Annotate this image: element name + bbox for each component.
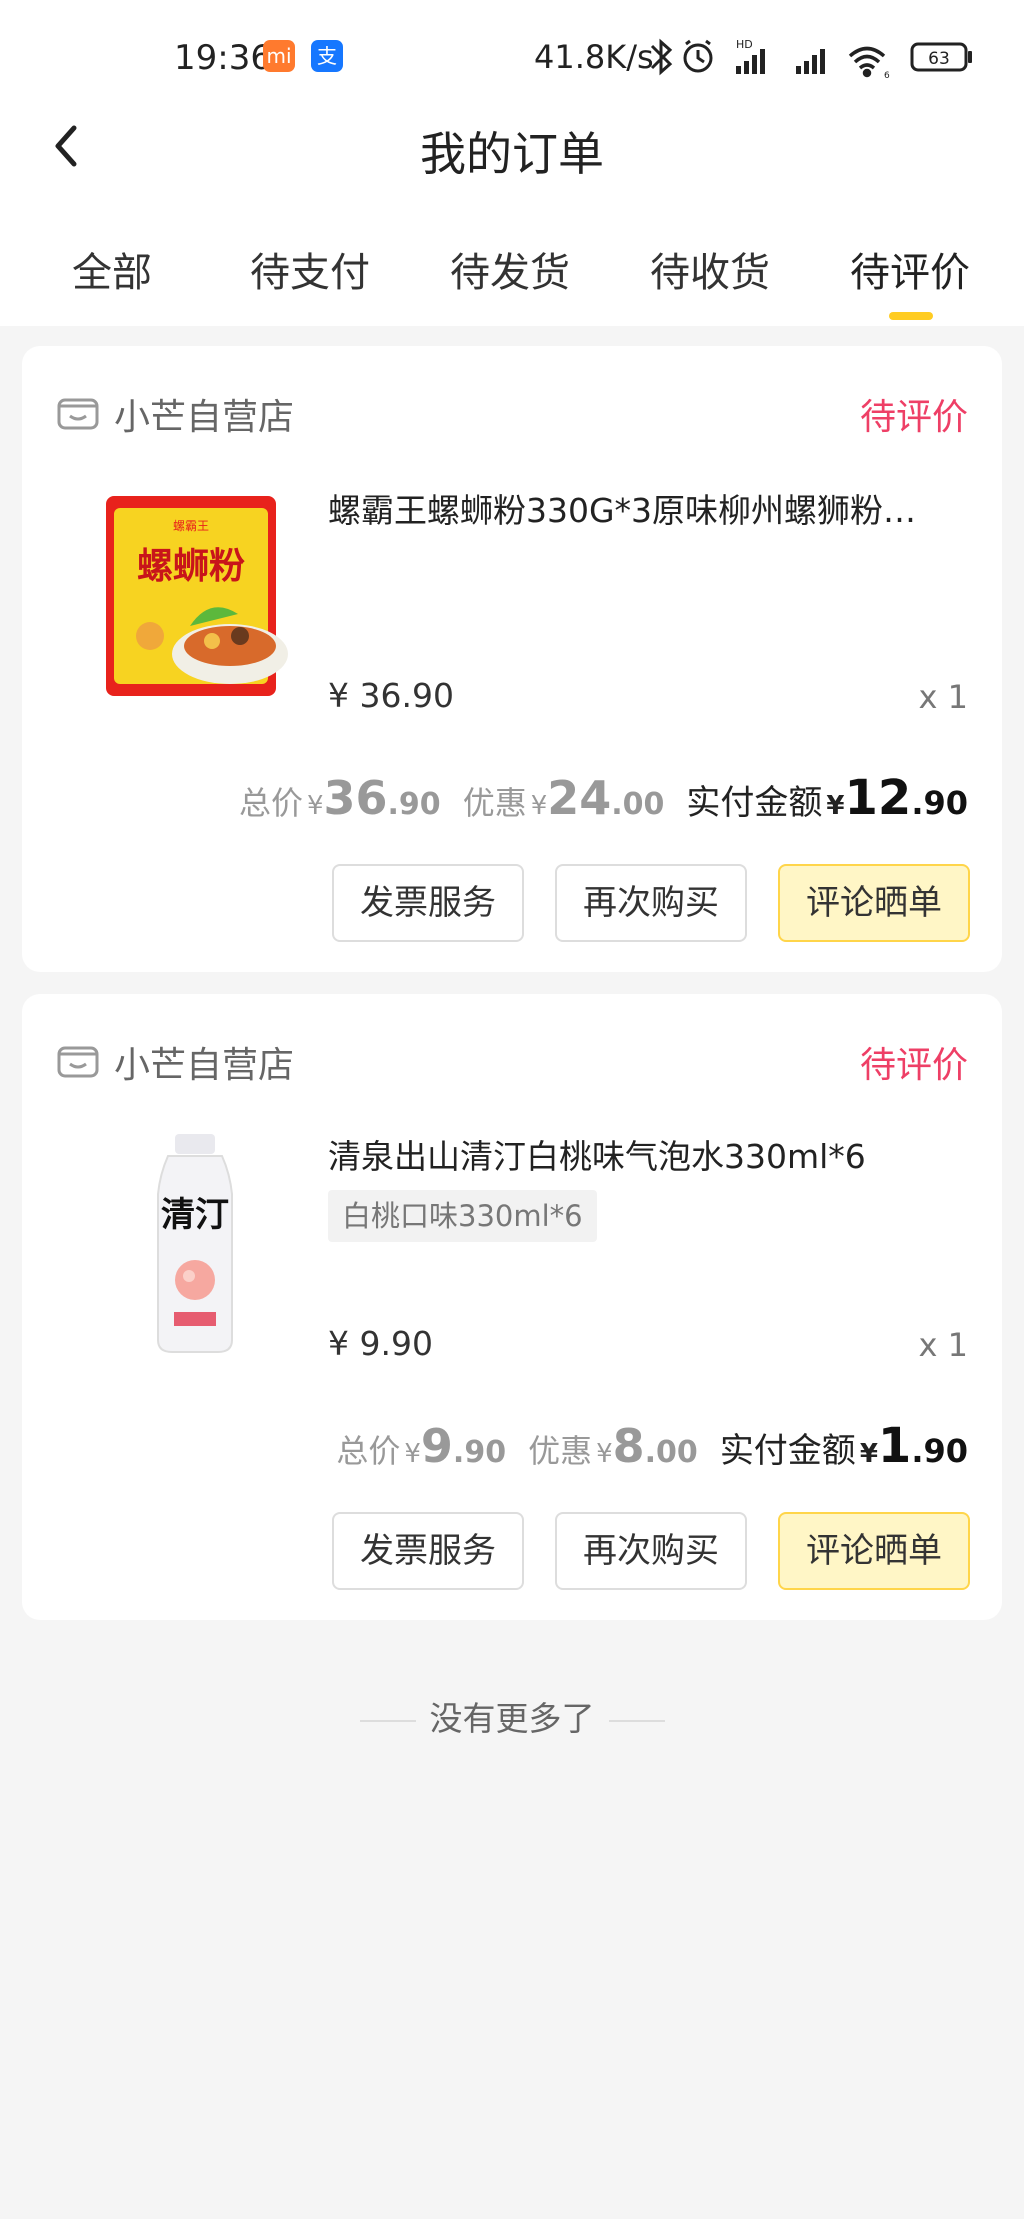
no-more-text: 没有更多了 [429, 1699, 595, 1738]
total-dec: .90 [387, 787, 441, 822]
order-tabs: 全部 待支付 待发货 待收货 待评价 [0, 240, 1024, 300]
product-image[interactable]: 清汀 [80, 1130, 310, 1360]
status-icons: HD 6 63 [650, 38, 972, 80]
alipay-icon: 支 [311, 40, 343, 72]
bluetooth-icon [650, 38, 673, 76]
invoice-service-button[interactable]: 发票服务 [332, 1512, 524, 1590]
currency-symbol: ¥ [404, 1439, 421, 1469]
discount-int: 8 [612, 1419, 645, 1473]
store-icon [57, 1046, 99, 1078]
total-dec: .90 [452, 1435, 507, 1470]
product-name[interactable]: 螺霸王螺蛳粉330G*3原味柳州螺狮粉… [328, 484, 916, 532]
divider [359, 1719, 416, 1722]
discount-int: 24 [547, 771, 612, 825]
thumb-brand: 螺霸王 [173, 519, 209, 533]
total-label: 总价 [336, 1432, 401, 1470]
currency-symbol: ¥ [530, 791, 548, 821]
active-tab-indicator [889, 312, 933, 320]
order-card: 小芒自营店 待评价 螺霸王 螺蛳粉 螺霸王螺蛳粉330G*3原味柳州螺狮粉… ¥… [22, 346, 1002, 972]
product-image[interactable]: 螺霸王 螺蛳粉 [80, 486, 310, 716]
paid-label: 实付金额 [719, 1431, 856, 1471]
product-name[interactable]: 清泉出山清汀白桃味气泡水330ml*6 [328, 1130, 866, 1178]
paid-int: 1 [877, 1418, 912, 1474]
product-variant: 白桃口味330ml*6 [328, 1190, 597, 1242]
discount-dec: .00 [611, 787, 665, 822]
currency-symbol: ¥ [596, 1439, 613, 1469]
unit-price: ¥ 36.90 [328, 676, 454, 715]
quantity: x 1 [918, 678, 968, 716]
status-time: 19:36 [174, 38, 272, 78]
alarm-icon [683, 39, 713, 73]
no-more-indicator: 没有更多了 [0, 1692, 1024, 1740]
tab-pending-payment[interactable]: 待支付 [250, 240, 370, 298]
order-status: 待评价 [859, 397, 968, 438]
paid-dec: .90 [911, 1432, 968, 1470]
discount-label: 优惠 [528, 1432, 593, 1470]
tab-pending-shipment[interactable]: 待发货 [450, 240, 570, 298]
signal-icon [736, 49, 765, 74]
mi-app-icon: mi [263, 40, 295, 72]
buy-again-button[interactable]: 再次购买 [555, 1512, 747, 1590]
order-card: 小芒自营店 待评价 清汀 清泉出山清汀白桃味气泡水330ml*6 白桃口味330… [22, 994, 1002, 1620]
total-label: 总价 [238, 784, 303, 822]
tab-pending-receipt[interactable]: 待收货 [650, 240, 770, 298]
store-name: 小芒自营店 [114, 397, 295, 438]
price-summary: 总价 ¥9.90 优惠 ¥8.00 实付金额 ¥1.90 [336, 1418, 968, 1474]
net-speed: 41.8K/s [534, 38, 654, 76]
currency-symbol: ¥ [306, 791, 324, 821]
review-button[interactable]: 评论晒单 [778, 1512, 970, 1590]
unit-price: ¥ 9.90 [328, 1324, 433, 1363]
wifi-sub-label: 6 [884, 71, 890, 80]
tab-all[interactable]: 全部 [72, 240, 152, 298]
paid-label: 实付金额 [686, 783, 823, 823]
total-int: 9 [420, 1419, 453, 1473]
quantity: x 1 [918, 1326, 968, 1364]
battery-level: 63 [928, 49, 950, 69]
buy-again-button[interactable]: 再次购买 [555, 864, 747, 942]
tab-pending-review[interactable]: 待评价 [850, 240, 970, 298]
discount-dec: .00 [644, 1435, 698, 1470]
wifi-icon [848, 46, 886, 78]
thumb-title: 螺蛳粉 [137, 546, 245, 587]
store-name: 小芒自营店 [114, 1045, 295, 1086]
order-status: 待评价 [859, 1045, 968, 1086]
store-icon [57, 398, 99, 430]
currency-symbol: ¥ [826, 791, 845, 821]
paid-int: 12 [844, 770, 912, 826]
signal-icon-2 [796, 49, 825, 74]
paid-dec: .90 [911, 784, 968, 822]
page-title: 我的订单 [420, 127, 604, 181]
thumb-title: 清汀 [161, 1195, 229, 1235]
invoice-service-button[interactable]: 发票服务 [332, 864, 524, 942]
header-area: 19:36 mi 支 41.8K/s HD 6 63 我的订单 全部 待支付 待… [0, 0, 1024, 326]
price-summary: 总价 ¥36.90 优惠 ¥24.00 实付金额 ¥12.90 [239, 770, 968, 826]
currency-symbol: ¥ [859, 1439, 878, 1469]
status-bar: 19:36 mi 支 41.8K/s HD 6 63 [0, 0, 1024, 120]
divider [608, 1719, 665, 1722]
discount-label: 优惠 [462, 784, 527, 822]
total-int: 36 [323, 771, 388, 825]
review-button[interactable]: 评论晒单 [778, 864, 970, 942]
signal-hd-label: HD [736, 38, 753, 51]
